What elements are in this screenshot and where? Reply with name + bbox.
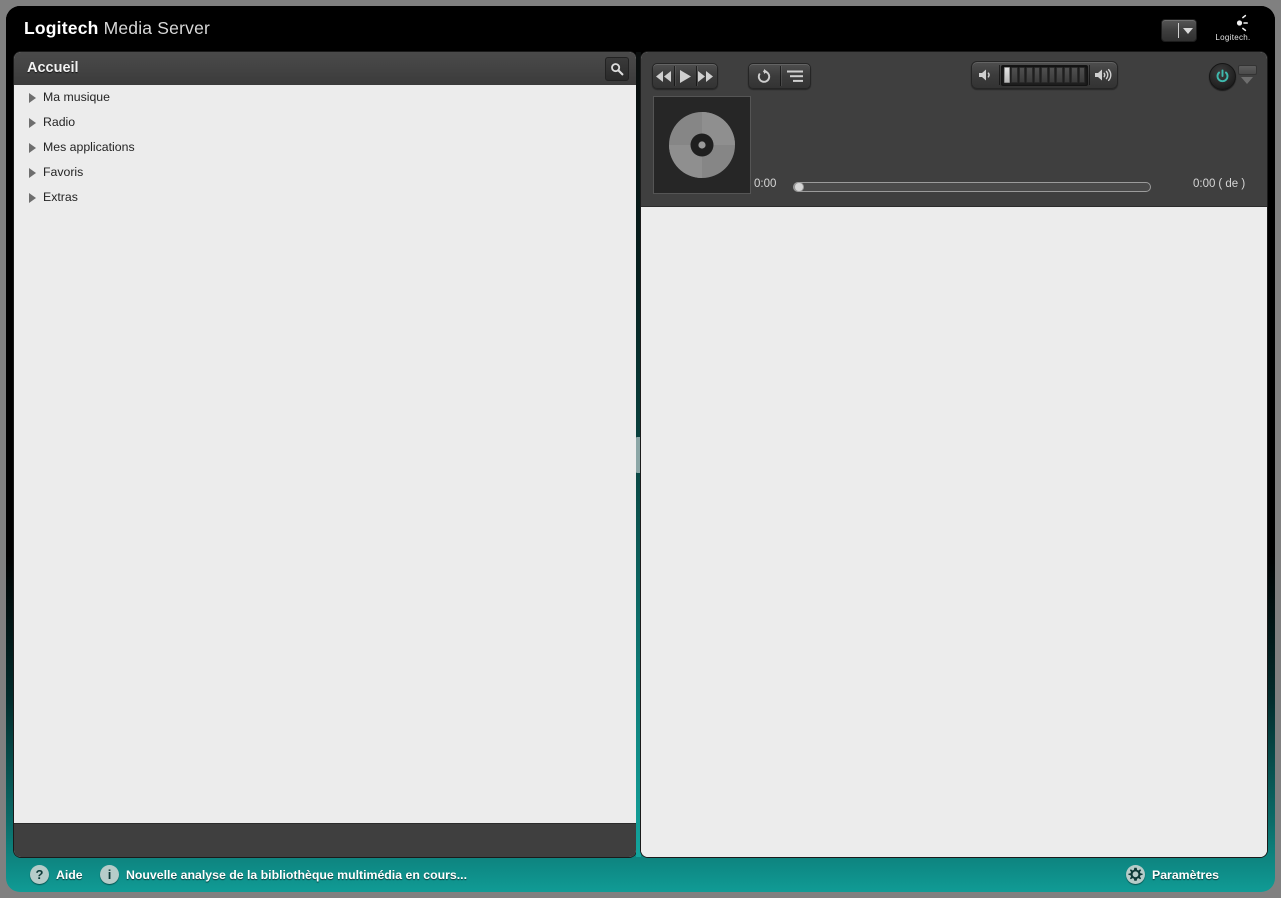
progress-slider[interactable] xyxy=(793,182,1151,192)
app-title-suffix: Media Server xyxy=(103,18,211,38)
scan-status[interactable]: i Nouvelle analyse de la bibliothèque mu… xyxy=(100,865,467,884)
compact-disc-icon xyxy=(669,112,735,178)
play-button[interactable] xyxy=(674,64,695,88)
total-time-value: 0:00 xyxy=(1193,178,1216,190)
rewind-button[interactable] xyxy=(653,64,674,88)
fast-forward-button[interactable] xyxy=(695,64,717,88)
chooser-divider xyxy=(1178,23,1179,38)
repeat-button[interactable] xyxy=(749,64,780,88)
playlist-area[interactable] xyxy=(641,207,1267,857)
volume-segment xyxy=(1056,67,1063,83)
logitech-wordmark: Logitech. xyxy=(1215,33,1251,42)
chevron-right-icon xyxy=(29,143,36,153)
fast-forward-icon xyxy=(698,70,714,82)
volume-segment xyxy=(1048,67,1056,83)
volume-segment xyxy=(1041,67,1048,83)
album-artwork[interactable] xyxy=(653,96,751,194)
volume-segment xyxy=(1018,67,1026,83)
logitech-mark-icon xyxy=(1223,14,1248,32)
chevron-right-icon xyxy=(29,118,36,128)
volume-segment xyxy=(1033,67,1041,83)
app-title-brand: Logitech xyxy=(24,18,99,38)
volume-segment xyxy=(1011,67,1018,83)
power-button[interactable] xyxy=(1209,63,1236,90)
player-select-bar xyxy=(1238,65,1257,75)
application-window: Logitech Media Server Logitech. Accueil xyxy=(6,6,1275,892)
player-chooser-dropdown[interactable] xyxy=(1161,19,1197,42)
shuffle-button[interactable] xyxy=(779,64,811,88)
rewind-icon xyxy=(655,70,671,82)
progress-slider-handle[interactable] xyxy=(794,182,804,192)
status-bar: ? Aide i Nouvelle analyse de la biblioth… xyxy=(6,857,1275,892)
volume-segment xyxy=(1026,67,1033,83)
repeat-icon xyxy=(758,68,771,83)
sidebar-item-mes-applications[interactable]: Mes applications xyxy=(14,135,636,160)
volume-down-button[interactable] xyxy=(972,62,1000,88)
chevron-right-icon xyxy=(29,193,36,203)
shuffle-icon xyxy=(786,70,803,82)
settings-label: Paramètres xyxy=(1152,867,1219,882)
volume-slider[interactable] xyxy=(1001,64,1088,86)
title-bar: Logitech Media Server Logitech. xyxy=(6,6,1275,53)
gear-icon xyxy=(1126,865,1145,884)
volume-up-button[interactable] xyxy=(1089,62,1117,88)
play-icon xyxy=(679,69,691,83)
sidebar-item-label: Extras xyxy=(43,190,78,204)
sidebar-item-radio[interactable]: Radio xyxy=(14,110,636,135)
volume-segment xyxy=(1063,67,1071,83)
chevron-right-icon xyxy=(29,168,36,178)
elapsed-time: 0:00 xyxy=(754,178,777,190)
sidebar-item-extras[interactable]: Extras xyxy=(14,185,636,210)
page-title: Logitech Media Server xyxy=(24,18,210,39)
volume-segment xyxy=(1078,67,1085,83)
browse-panel-title: Accueil xyxy=(27,60,79,76)
sidebar-item-favoris[interactable]: Favoris xyxy=(14,160,636,185)
scan-status-label: Nouvelle analyse de la bibliothèque mult… xyxy=(126,867,467,882)
logitech-logo: Logitech. xyxy=(1205,12,1261,48)
question-mark-icon: ? xyxy=(30,865,49,884)
chevron-down-icon xyxy=(1183,28,1193,34)
chevron-right-icon xyxy=(29,93,36,103)
volume-control xyxy=(971,61,1118,89)
browse-panel-footer xyxy=(14,823,636,857)
search-icon xyxy=(611,63,624,76)
browse-panel-header: Accueil xyxy=(14,52,636,86)
info-icon: i xyxy=(100,865,119,884)
help-label: Aide xyxy=(56,867,83,882)
player-panel: 0:00 0:00( de ) xyxy=(641,52,1267,857)
sidebar-item-label: Ma musique xyxy=(43,90,110,104)
player-controls-header: 0:00 0:00( de ) xyxy=(641,52,1267,207)
chevron-down-icon xyxy=(1241,77,1253,84)
player-select-button[interactable] xyxy=(1238,65,1257,87)
gear-glyph xyxy=(1128,867,1143,881)
sidebar-item-label: Mes applications xyxy=(43,140,135,154)
search-button[interactable] xyxy=(605,57,629,81)
browse-panel: Accueil Ma musique Radio Mes application… xyxy=(14,52,636,857)
sidebar-item-label: Radio xyxy=(43,115,76,129)
volume-segment xyxy=(1004,67,1011,83)
playback-mode-controls xyxy=(748,63,811,89)
transport-controls xyxy=(652,63,718,89)
settings-button[interactable]: Paramètres xyxy=(1126,865,1219,884)
total-time-of-label: ( de ) xyxy=(1218,178,1246,190)
volume-up-icon xyxy=(1095,68,1112,82)
power-icon xyxy=(1216,69,1229,83)
total-time: 0:00( de ) xyxy=(1193,178,1245,190)
volume-down-icon xyxy=(979,69,990,81)
browse-nav-list: Ma musique Radio Mes applications Favori… xyxy=(14,85,636,824)
sidebar-item-label: Favoris xyxy=(43,165,84,179)
sidebar-item-ma-musique[interactable]: Ma musique xyxy=(14,85,636,110)
help-button[interactable]: ? Aide xyxy=(30,865,83,884)
volume-segment xyxy=(1071,67,1078,83)
